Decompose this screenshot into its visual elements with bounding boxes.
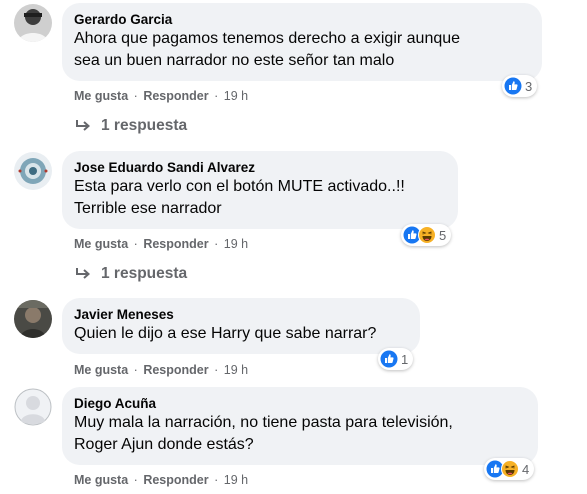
comment-bubble: Javier Meneses Quien le dijo a ese Harry… bbox=[62, 298, 420, 354]
avatar[interactable] bbox=[14, 152, 52, 190]
comment-author[interactable]: Javier Meneses bbox=[74, 306, 408, 323]
avatar[interactable] bbox=[14, 4, 52, 42]
comment-author[interactable]: Gerardo Garcia bbox=[74, 11, 530, 28]
reaction-count: 1 bbox=[401, 351, 409, 367]
timestamp[interactable]: 19 h bbox=[224, 363, 248, 377]
reaction-count: 3 bbox=[525, 78, 533, 94]
like-icon bbox=[380, 350, 398, 368]
comment-actions: Me gusta · Responder · 19 h bbox=[74, 362, 248, 378]
separator: · bbox=[214, 237, 219, 251]
reply-link[interactable]: Responder bbox=[143, 473, 208, 487]
comment-text: Ahora que pagamos tenemos derecho a exig… bbox=[74, 30, 461, 69]
comment-author[interactable]: Jose Eduardo Sandi Alvarez bbox=[74, 159, 446, 176]
like-link[interactable]: Me gusta bbox=[74, 89, 128, 103]
comment-text: Esta para verlo con el botón MUTE activa… bbox=[74, 178, 405, 217]
haha-icon bbox=[501, 460, 519, 478]
reply-link[interactable]: Responder bbox=[143, 89, 208, 103]
reply-link[interactable]: Responder bbox=[143, 237, 208, 251]
reply-link[interactable]: Responder bbox=[143, 363, 208, 377]
comment-actions: Me gusta · Responder · 19 h bbox=[74, 88, 248, 104]
avatar[interactable] bbox=[14, 300, 52, 338]
comment-text: Muy mala la narración, no tiene pasta pa… bbox=[74, 414, 453, 453]
separator: · bbox=[214, 363, 219, 377]
reaction-summary[interactable]: 5 bbox=[401, 224, 452, 246]
replies-label: 1 respuesta bbox=[101, 265, 188, 282]
like-link[interactable]: Me gusta bbox=[74, 237, 128, 251]
reply-arrow-icon bbox=[76, 268, 91, 279]
comment-bubble: Gerardo Garcia Ahora que pagamos tenemos… bbox=[62, 3, 542, 81]
comment-bubble: Jose Eduardo Sandi Alvarez Esta para ver… bbox=[62, 151, 458, 229]
replies-label: 1 respuesta bbox=[101, 117, 188, 134]
view-replies-link[interactable]: 1 respuesta bbox=[74, 116, 187, 136]
reaction-summary[interactable]: 4 bbox=[484, 458, 535, 480]
separator: · bbox=[133, 473, 138, 487]
like-icon bbox=[504, 77, 522, 95]
timestamp[interactable]: 19 h bbox=[224, 89, 248, 103]
timestamp[interactable]: 19 h bbox=[224, 237, 248, 251]
separator: · bbox=[133, 237, 138, 251]
reply-arrow-icon bbox=[76, 120, 91, 131]
like-link[interactable]: Me gusta bbox=[74, 363, 128, 377]
separator: · bbox=[214, 89, 219, 103]
reaction-count: 5 bbox=[439, 227, 447, 243]
reaction-count: 4 bbox=[522, 461, 530, 477]
haha-icon bbox=[418, 226, 436, 244]
comment-text: Quien le dijo a ese Harry que sabe narra… bbox=[74, 325, 377, 342]
view-replies-link[interactable]: 1 respuesta bbox=[74, 264, 187, 284]
separator: · bbox=[214, 473, 219, 487]
comment-author[interactable]: Diego Acuña bbox=[74, 395, 526, 412]
reaction-summary[interactable]: 1 bbox=[378, 348, 414, 370]
avatar[interactable] bbox=[14, 388, 52, 426]
separator: · bbox=[133, 89, 138, 103]
separator: · bbox=[133, 363, 138, 377]
comment-bubble: Diego Acuña Muy mala la narración, no ti… bbox=[62, 387, 538, 465]
reaction-summary[interactable]: 3 bbox=[502, 75, 538, 97]
like-link[interactable]: Me gusta bbox=[74, 473, 128, 487]
timestamp[interactable]: 19 h bbox=[224, 473, 248, 487]
comment-actions: Me gusta · Responder · 19 h bbox=[74, 236, 248, 252]
comment-actions: Me gusta · Responder · 19 h bbox=[74, 472, 248, 488]
